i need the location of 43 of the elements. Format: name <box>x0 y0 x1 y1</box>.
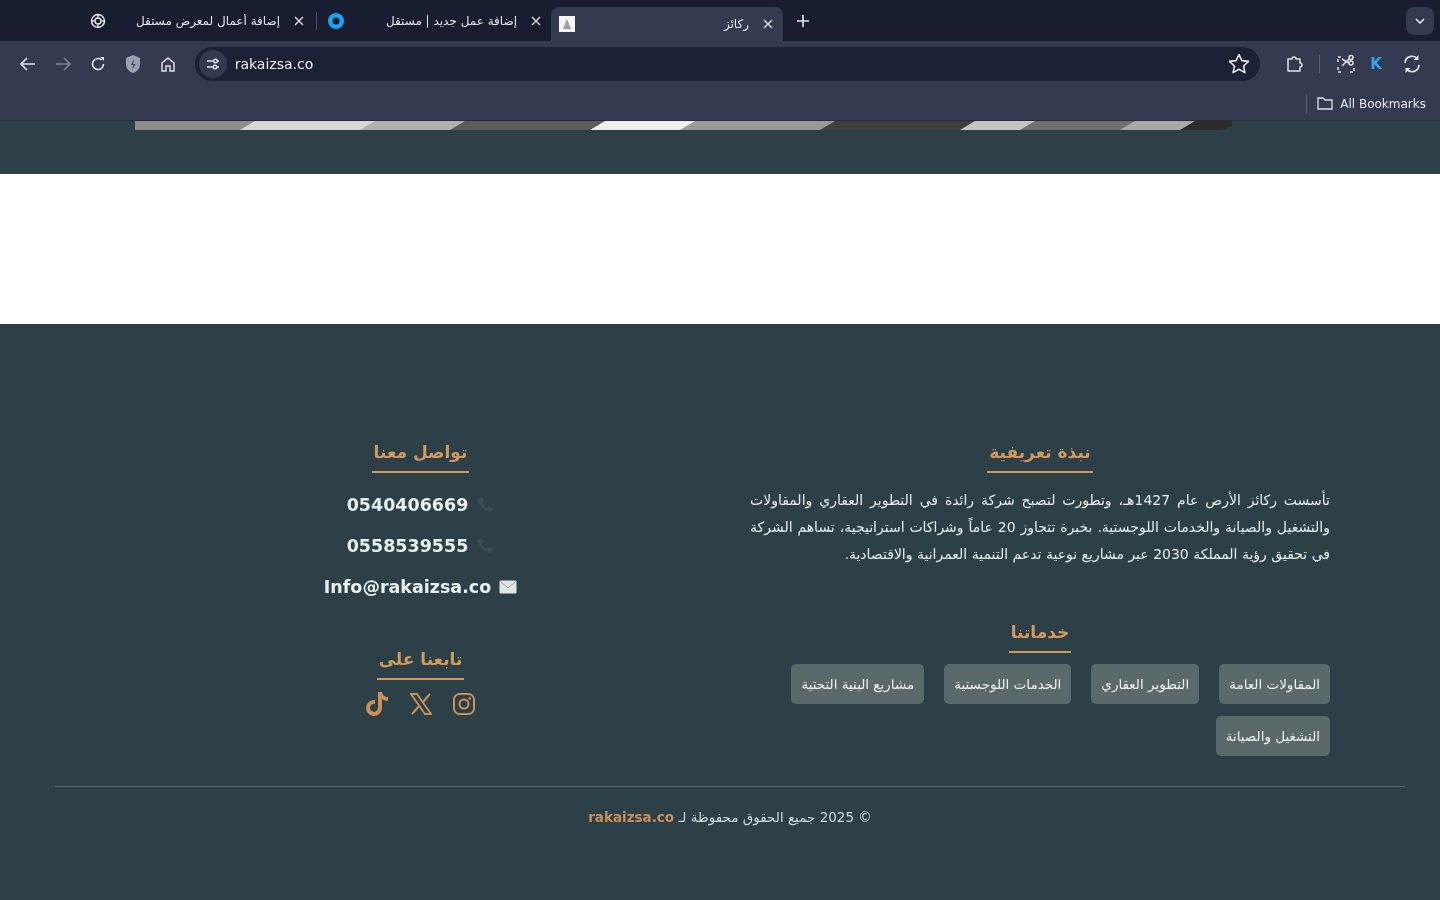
forward-arrow-icon <box>54 57 71 71</box>
knot-icon <box>90 13 106 29</box>
tune-icon <box>205 58 220 70</box>
close-icon <box>531 16 541 26</box>
browser-tab[interactable]: ركائز <box>551 7 783 41</box>
section-heading: خدماتنا <box>1008 620 1072 653</box>
chevron-down-icon <box>1415 18 1425 24</box>
extension-button[interactable]: K <box>1363 51 1389 77</box>
section-heading: نبذة تعريفية <box>987 440 1093 473</box>
sync-icon <box>1402 54 1423 74</box>
about-paragraph: تأسست ركائز الأرض عام 1427هـ، وتطورت لتصبح شركة رائدة في التطوير العقاري والمقاولات والتشغيل والصيانة والخدمات اللوجستية. بخبرة تتجاوز 20 عاماً وشراكات استراتيجية، تساهم الشركة في تحقيق رؤية المملكة 2030 عبر مشاريع نوعية تدعم التنمية العمرانية والاقتصادية. <box>750 489 1330 565</box>
close-icon <box>294 16 304 26</box>
tiktok-icon <box>365 691 390 717</box>
scissors-icon <box>1335 54 1356 74</box>
phone-link[interactable]: 0540406669 <box>346 493 469 517</box>
plus-icon <box>797 14 809 27</box>
service-tag[interactable]: المقاولات العامة <box>1219 664 1330 704</box>
address-text: rakaizsa.co <box>234 56 315 72</box>
service-tag[interactable]: الخدمات اللوجستية <box>944 664 1072 704</box>
back-arrow-icon <box>19 57 36 71</box>
service-tag[interactable]: التشغيل والصيانة <box>1215 716 1330 756</box>
service-tag[interactable]: التطوير العقاري <box>1091 664 1200 704</box>
folder-icon <box>1317 97 1334 110</box>
section-heading: تابعنا على <box>376 647 465 680</box>
reload-icon <box>89 56 106 72</box>
instagram-icon <box>451 692 476 716</box>
address-bar[interactable]: rakaizsa.co <box>194 47 1260 81</box>
star-icon <box>1227 53 1250 75</box>
home-icon <box>160 56 177 72</box>
envelope-icon <box>499 580 518 594</box>
browser-tab[interactable]: إضافة عمل جديد | مستقل <box>319 4 551 38</box>
section-heading: تواصل معنا <box>371 440 470 473</box>
service-tag[interactable]: مشاريع البنية التحتية <box>791 664 925 704</box>
ring-icon <box>327 12 345 30</box>
all-bookmarks-button[interactable]: All Bookmarks <box>1317 96 1426 111</box>
email-link[interactable]: Info@rakaizsa.co <box>323 575 492 599</box>
phone-link[interactable]: 0558539555 <box>346 534 469 558</box>
page-icon <box>559 16 575 32</box>
shield-icon <box>124 54 141 74</box>
puzzle-icon <box>1284 55 1303 73</box>
tab-list-button[interactable] <box>1406 7 1434 35</box>
x-logo-icon <box>409 693 432 715</box>
close-icon <box>763 19 773 29</box>
